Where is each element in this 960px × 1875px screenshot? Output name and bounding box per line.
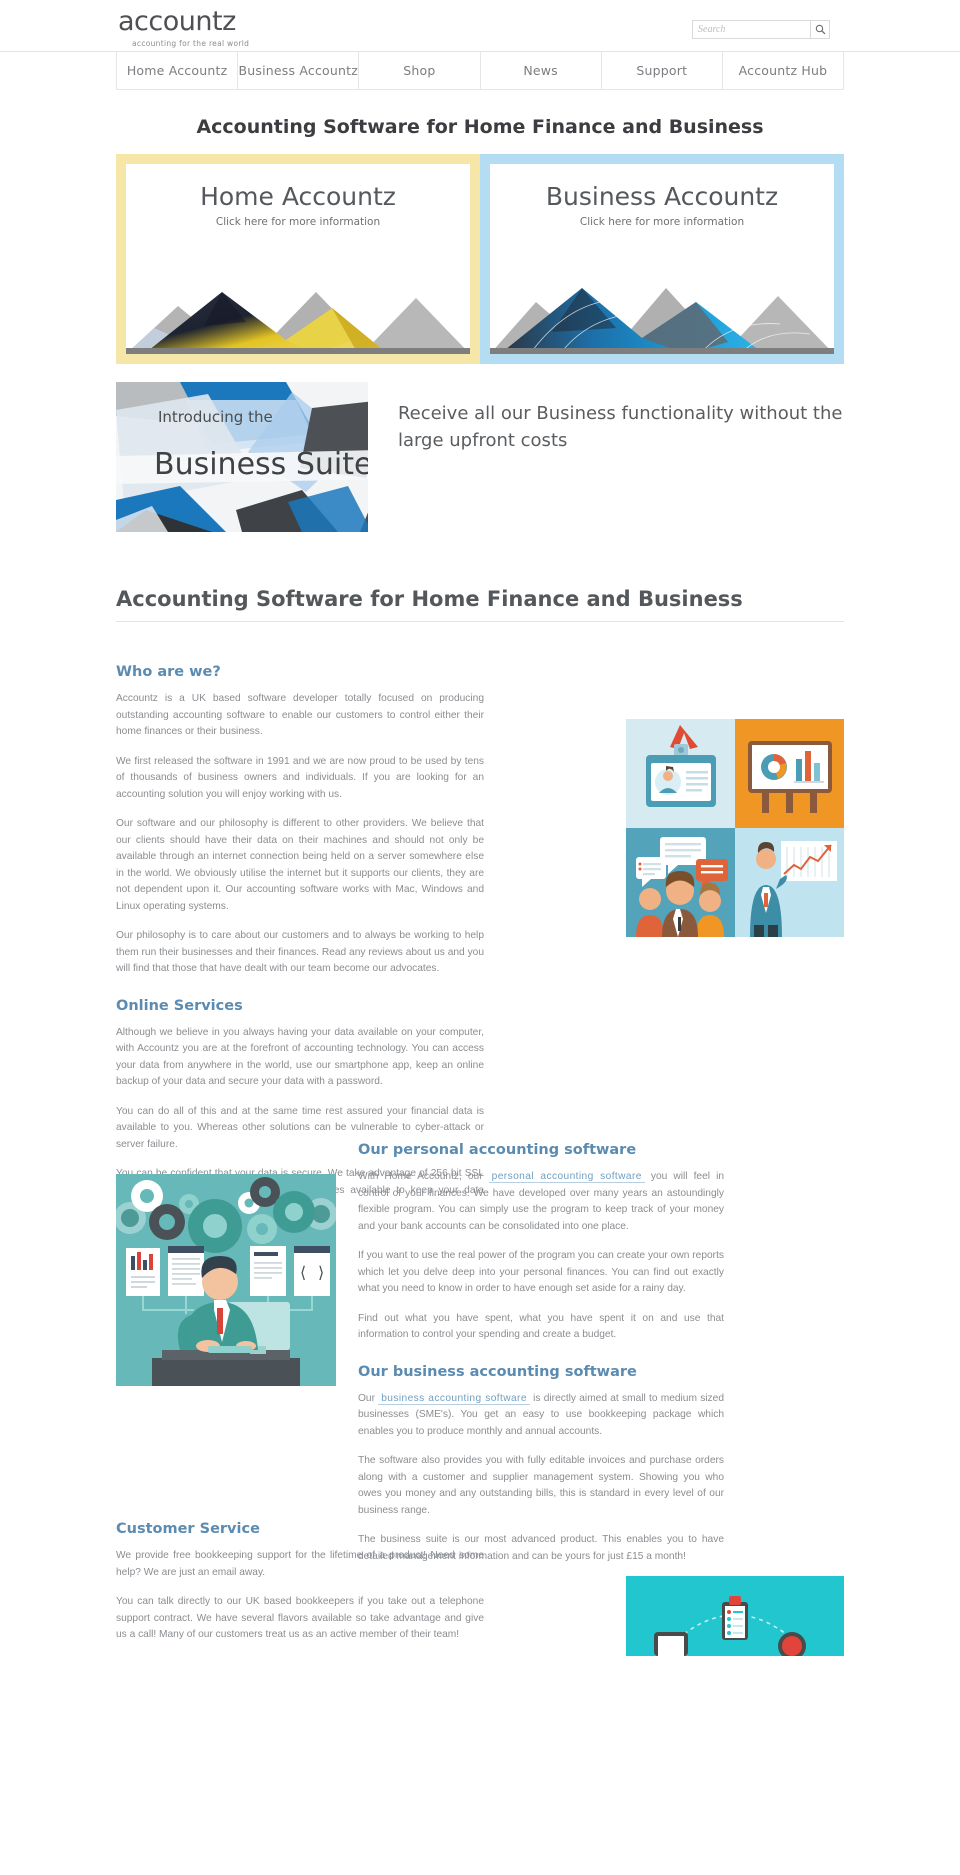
hero-title: Accounting Software for Home Finance and… <box>196 116 764 138</box>
section-about: Who are we? Accountz is a UK based softw… <box>116 664 844 1212</box>
banner-home-accountz[interactable]: Home Accountz Click here for more inform… <box>116 154 480 364</box>
customer-service-paragraph-2: You can talk directly to our UK based bo… <box>116 1596 484 1641</box>
svg-text:Business Suite: Business Suite <box>154 447 368 482</box>
software-text-column: Our personal accounting software With Ho… <box>358 1142 724 1565</box>
business-suite-artwork: Introducing the Business Suite <box>116 382 368 532</box>
suite-geometric-art: Introducing the Business Suite <box>116 382 368 532</box>
gears-illustration: ⟨ ⟩ <box>116 1174 336 1386</box>
nav-item-business-accountz[interactable]: Business Accountz <box>238 52 360 89</box>
who-are-we-paragraph-4: Our philosophy is to care about our cust… <box>116 930 484 975</box>
logo-wordmark: accountz <box>118 6 236 37</box>
business-software-paragraph-2: The software also provides you with full… <box>358 1455 724 1516</box>
page-content: Accounting Software for Home Finance and… <box>116 116 844 1656</box>
who-are-we-paragraph-1: Accountz is a UK based software develope… <box>116 693 484 738</box>
svg-text:Introducing the: Introducing the <box>158 408 273 426</box>
business-p1-before: Our <box>358 1392 375 1404</box>
svg-text:⟩: ⟩ <box>318 1263 324 1282</box>
logo-tagline: accounting for the real world <box>132 39 250 48</box>
who-are-we-paragraph-3: Our software and our philosophy is diffe… <box>116 818 484 912</box>
online-services-paragraph-1: Although we believe in you always having… <box>116 1026 484 1088</box>
link-personal-accounting-software[interactable]: personal accounting software <box>488 1171 645 1183</box>
blue-mountains-art <box>490 288 834 354</box>
teamwork-collage-icon <box>626 719 844 937</box>
business-suite-pitch: Receive all our Business functionality w… <box>397 403 843 451</box>
personal-software-paragraph-1: With Home Accountz, our personal account… <box>358 1169 724 1235</box>
svg-text:⟨: ⟨ <box>300 1263 306 1282</box>
personal-p1-before: With Home Accountz, our <box>358 1171 483 1182</box>
heading-personal-software: Our personal accounting software <box>358 1142 637 1158</box>
search-input[interactable] <box>692 20 810 39</box>
heading-business-software: Our business accounting software <box>358 1363 637 1380</box>
teamwork-illustration <box>626 719 844 937</box>
section-software: ⟨ ⟩ Our personal accounting software Wit… <box>116 1142 844 1562</box>
personal-software-paragraph-2: If you want to use the real power of the… <box>358 1250 724 1295</box>
business-software-paragraph-1: Our business accounting software is dire… <box>358 1391 724 1441</box>
nav-item-shop[interactable]: Shop <box>359 52 481 89</box>
heading-online-services: Online Services <box>116 997 243 1014</box>
section-customer-service: Customer Service We provide free bookkee… <box>116 1521 844 1656</box>
heading-who-are-we: Who are we? <box>116 664 221 680</box>
heading-customer-service: Customer Service <box>116 1521 260 1537</box>
personal-software-paragraph-3: Find out what you have spent, what you h… <box>358 1312 724 1341</box>
office-worker-gears-icon: ⟨ ⟩ <box>116 1174 336 1386</box>
nav-item-home-accountz[interactable]: Home Accountz <box>117 52 239 89</box>
customer-service-paragraph-1: We provide free bookkeeping support for … <box>116 1550 484 1578</box>
main-navigation: Home Accountz Business Accountz Shop New… <box>116 52 844 90</box>
search-icon <box>815 24 825 35</box>
nav-item-support[interactable]: Support <box>602 52 723 89</box>
customer-service-text-column: Customer Service We provide free bookkee… <box>116 1521 484 1644</box>
site-logo[interactable]: accountz accounting for the real world <box>118 8 249 48</box>
customer-support-network-icon <box>626 1576 844 1656</box>
who-are-we-paragraph-2: We first released the software in 1991 a… <box>116 755 484 800</box>
banner-business-subtitle: Click here for more information <box>579 216 745 228</box>
page-title: Accounting Software for Home Finance and… <box>116 587 844 622</box>
link-business-accounting-software[interactable]: business accounting software <box>378 1392 530 1405</box>
product-banners: Home Accountz Click here for more inform… <box>116 154 844 364</box>
banner-home-title: Home Accountz <box>200 182 396 211</box>
support-illustration <box>626 1576 844 1656</box>
banner-home-subtitle: Click here for more information <box>215 216 381 228</box>
banner-business-title: Business Accountz <box>545 182 779 211</box>
nav-item-news[interactable]: News <box>481 52 602 89</box>
about-text-column: Who are we? Accountz is a UK based softw… <box>116 664 484 1216</box>
yellow-mountains-art <box>126 292 470 354</box>
search-form[interactable] <box>692 20 830 39</box>
business-suite-promo[interactable]: Introducing the Business Suite Receive a… <box>116 382 844 532</box>
nav-item-accountz-hub[interactable]: Accountz Hub <box>723 52 843 89</box>
site-header: accountz accounting for the real world <box>0 0 960 52</box>
search-button[interactable] <box>810 20 830 39</box>
banner-business-accountz[interactable]: Business Accountz Click here for more in… <box>480 154 844 364</box>
